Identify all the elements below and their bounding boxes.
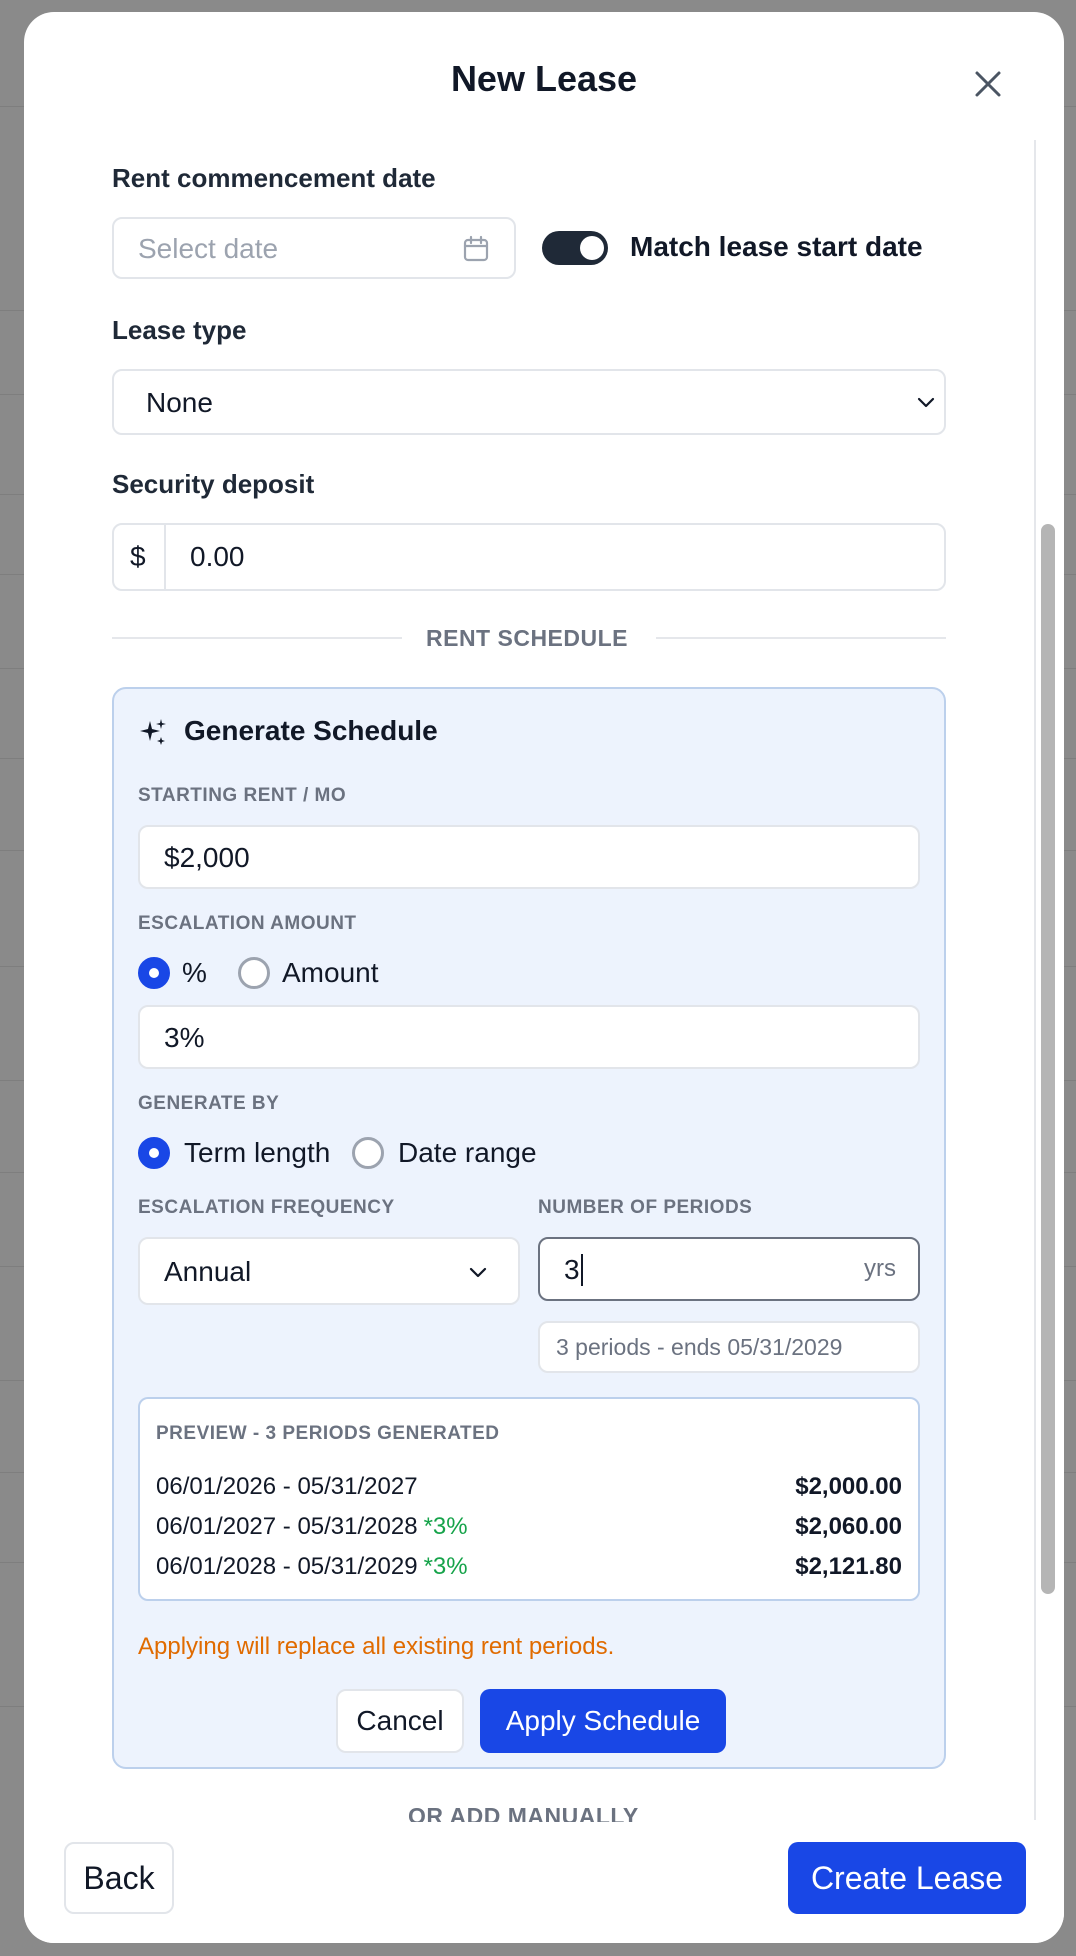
or-add-manually-divider: OR ADD MANUALLY bbox=[408, 1803, 639, 1822]
preview-row-escalation: *3% bbox=[423, 1553, 468, 1580]
preview-row-range-wrap: 06/01/2027 - 05/31/2028 *3% bbox=[156, 1513, 468, 1541]
rent-schedule-divider: RENT SCHEDULE bbox=[426, 625, 629, 651]
modal-header: New Lease bbox=[24, 12, 1064, 147]
preview-row-range: 06/01/2026 - 05/31/2027 bbox=[156, 1473, 418, 1500]
preview-row-amount: $2,121.80 bbox=[795, 1553, 902, 1580]
toggle-knob bbox=[580, 236, 604, 260]
number-of-periods-label: NUMBER OF PERIODS bbox=[538, 1197, 753, 1218]
match-lease-start-toggle[interactable] bbox=[542, 231, 608, 265]
cancel-button[interactable]: Cancel bbox=[336, 1689, 464, 1753]
preview-row-amount: $2,060.00 bbox=[795, 1513, 902, 1540]
rent-commencement-label: Rent commencement date bbox=[112, 163, 436, 193]
chevron-down-icon bbox=[917, 397, 935, 408]
preview-row-amount: $2,000.00 bbox=[795, 1473, 902, 1500]
create-lease-button[interactable]: Create Lease bbox=[788, 1842, 1026, 1914]
security-deposit-label: Security deposit bbox=[112, 469, 315, 499]
starting-rent-label: STARTING RENT / MO bbox=[138, 785, 347, 806]
currency-prefix: $ bbox=[130, 541, 146, 572]
preview-row: 06/01/2026 - 05/31/2027 $2,000.00 bbox=[156, 1473, 902, 1507]
preview-row-range: 06/01/2028 - 05/31/2029 bbox=[156, 1553, 418, 1580]
number-of-periods-value: 3 bbox=[564, 1254, 583, 1286]
lease-type-value: None bbox=[146, 387, 213, 418]
periods-unit: yrs bbox=[864, 1255, 896, 1282]
scrollbar-thumb[interactable] bbox=[1041, 524, 1055, 1594]
preview-row-range-wrap: 06/01/2026 - 05/31/2027 bbox=[156, 1473, 424, 1501]
scrollbar-track[interactable] bbox=[1034, 140, 1036, 1820]
date-placeholder: Select date bbox=[138, 233, 279, 264]
starting-rent-value: $2,000 bbox=[164, 842, 250, 873]
modal-body: Rent commencement date Select date Match… bbox=[24, 147, 1034, 1822]
new-lease-modal: New Lease Rent commencement date Select … bbox=[24, 12, 1064, 1943]
apply-schedule-button[interactable]: Apply Schedule bbox=[480, 1689, 726, 1753]
preview-title: PREVIEW - 3 PERIODS GENERATED bbox=[156, 1423, 500, 1444]
escalation-percent-label: % bbox=[182, 957, 207, 988]
date-range-radio[interactable] bbox=[352, 1137, 384, 1169]
security-deposit-input[interactable]: $ 0.00 bbox=[112, 523, 946, 591]
escalation-value: 3% bbox=[164, 1022, 205, 1053]
preview-row-escalation: *3% bbox=[423, 1513, 468, 1540]
term-length-radio[interactable] bbox=[138, 1137, 170, 1169]
generate-schedule-title: Generate Schedule bbox=[184, 715, 438, 746]
escalation-amount-radio[interactable] bbox=[238, 957, 270, 989]
rent-commencement-date-input[interactable]: Select date bbox=[112, 217, 516, 279]
escalation-amount-label: ESCALATION AMOUNT bbox=[138, 913, 357, 934]
security-deposit-value: 0.00 bbox=[190, 541, 245, 572]
calendar-icon bbox=[463, 235, 489, 262]
replace-warning: Applying will replace all existing rent … bbox=[138, 1633, 615, 1660]
escalation-frequency-value: Annual bbox=[164, 1256, 252, 1287]
currency-prefix-box: $ bbox=[114, 525, 166, 589]
close-button[interactable] bbox=[970, 66, 1006, 102]
preview-row-range: 06/01/2027 - 05/31/2028 bbox=[156, 1513, 418, 1540]
number-of-periods-input[interactable]: 3 yrs bbox=[538, 1237, 920, 1301]
preview-row-range-wrap: 06/01/2028 - 05/31/2029 *3% bbox=[156, 1553, 468, 1581]
modal-footer: Back Create Lease bbox=[24, 1822, 1064, 1943]
lease-type-select[interactable]: None bbox=[112, 369, 946, 435]
chevron-down-icon bbox=[469, 1267, 487, 1278]
escalation-frequency-select[interactable]: Annual bbox=[138, 1237, 520, 1305]
escalation-percent-radio[interactable] bbox=[138, 957, 170, 989]
schedule-preview: PREVIEW - 3 PERIODS GENERATED 06/01/2026… bbox=[138, 1397, 920, 1601]
back-button[interactable]: Back bbox=[64, 1842, 174, 1914]
date-range-label: Date range bbox=[398, 1137, 537, 1168]
escalation-value-input[interactable]: 3% bbox=[138, 1005, 920, 1069]
close-icon bbox=[975, 71, 1001, 97]
starting-rent-input[interactable]: $2,000 bbox=[138, 825, 920, 889]
term-length-label: Term length bbox=[184, 1137, 331, 1168]
preview-row: 06/01/2027 - 05/31/2028 *3% $2,060.00 bbox=[156, 1513, 902, 1547]
escalation-amount-option-label: Amount bbox=[282, 957, 379, 988]
sparkles-icon bbox=[140, 719, 166, 745]
periods-hint: 3 periods - ends 05/31/2029 bbox=[556, 1334, 843, 1360]
preview-row: 06/01/2028 - 05/31/2029 *3% $2,121.80 bbox=[156, 1553, 902, 1587]
divider-line-right bbox=[656, 637, 946, 639]
divider-line-left bbox=[112, 637, 402, 639]
generate-by-label: GENERATE BY bbox=[138, 1093, 280, 1114]
escalation-frequency-label: ESCALATION FREQUENCY bbox=[138, 1197, 395, 1218]
modal-title: New Lease bbox=[450, 58, 638, 99]
periods-hint-box: 3 periods - ends 05/31/2029 bbox=[538, 1321, 920, 1373]
generate-schedule-panel: Generate Schedule STARTING RENT / MO $2,… bbox=[112, 687, 946, 1769]
lease-type-label: Lease type bbox=[112, 315, 247, 345]
match-lease-start-label: Match lease start date bbox=[630, 231, 923, 262]
